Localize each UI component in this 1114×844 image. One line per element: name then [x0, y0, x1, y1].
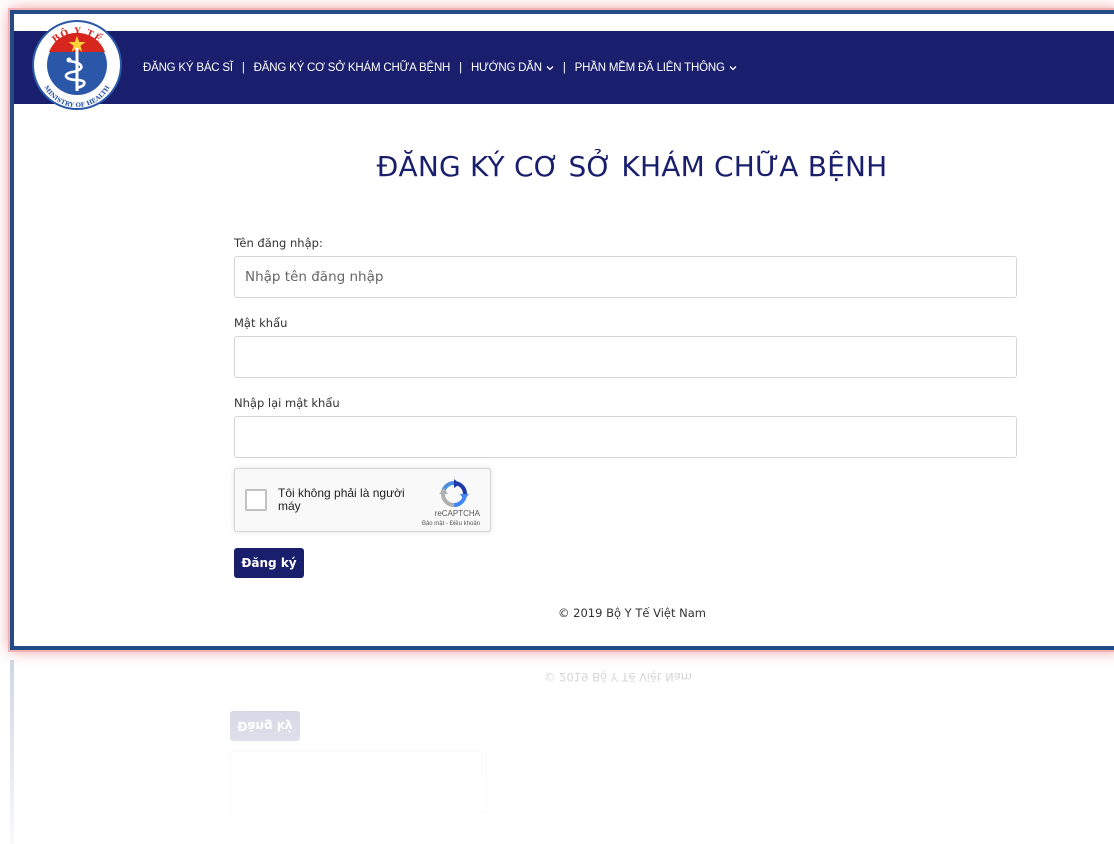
nav-separator: |	[241, 61, 245, 74]
username-input[interactable]	[234, 256, 1017, 298]
reflection-frame-edge	[10, 660, 14, 844]
recaptcha-logo-icon	[439, 479, 469, 507]
password-label: Mật khẩu	[234, 316, 288, 330]
page-title: ĐĂNG KÝ CƠ SỞ KHÁM CHỮA BỆNH	[376, 150, 888, 183]
browser-window: ĐĂNG KÝ BÁC SĨ | ĐĂNG KÝ CƠ SỞ KHÁM CHỮA…	[10, 10, 1114, 650]
chevron-down-icon	[546, 65, 554, 70]
chevron-down-icon	[729, 65, 737, 70]
footer-copyright: © 2019 Bộ Y Tế Việt Nam	[558, 606, 706, 620]
mirror-reflection: Đăng ký © 2019 Bộ Y Tế Việt Nam	[0, 660, 1114, 844]
nav-item-label: ĐĂNG KÝ CƠ SỞ KHÁM CHỮA BỆNH	[253, 61, 451, 74]
recaptcha-terms-link[interactable]: Bảo mật - Điều khoản	[422, 520, 480, 528]
ministry-emblem-icon: BỘ Y TẾ MINISTRY OF HEALTH	[32, 20, 122, 110]
nav-menu: ĐĂNG KÝ BÁC SĨ | ĐĂNG KÝ CƠ SỞ KHÁM CHỮA…	[143, 31, 737, 104]
nav-separator: |	[562, 61, 566, 74]
recaptcha-widget: Tôi không phải là người máy reCAPTCHA Bả…	[234, 468, 491, 532]
nav-item-guide[interactable]: HƯỚNG DẪN	[471, 62, 554, 74]
recaptcha-checkbox[interactable]	[245, 489, 267, 511]
screenshot-canvas: ĐĂNG KÝ BÁC SĨ | ĐĂNG KÝ CƠ SỞ KHÁM CHỮA…	[0, 0, 1114, 844]
username-label: Tên đăng nhập:	[234, 236, 323, 250]
nav-item-label: PHẦN MỀM ĐÃ LIÊN THÔNG	[574, 61, 725, 74]
reflection-register-button: Đăng ký	[230, 711, 300, 741]
register-button[interactable]: Đăng ký	[234, 548, 304, 578]
ministry-logo[interactable]: Bộ Y Tế - Ministry of Health BỘ Y TẾ MIN…	[30, 18, 124, 112]
top-navbar: ĐĂNG KÝ BÁC SĨ | ĐĂNG KÝ CƠ SỞ KHÁM CHỮA…	[14, 31, 1114, 104]
nav-item-register-facility[interactable]: ĐĂNG KÝ CƠ SỞ KHÁM CHỮA BỆNH	[253, 61, 451, 74]
recaptcha-brand: reCAPTCHA	[434, 509, 480, 518]
password-input[interactable]	[234, 336, 1017, 378]
nav-separator: |	[459, 61, 462, 74]
confirm-password-label: Nhập lại mật khẩu	[234, 396, 340, 410]
confirm-password-input[interactable]	[234, 416, 1017, 458]
nav-item-connected-software[interactable]: PHẦN MỀM ĐÃ LIÊN THÔNG	[575, 62, 737, 74]
nav-item-label: ĐĂNG KÝ BÁC SĨ	[143, 61, 233, 74]
nav-item-register-doctor[interactable]: ĐĂNG KÝ BÁC SĨ	[143, 62, 233, 74]
reflection-recaptcha	[230, 750, 487, 814]
recaptcha-label: Tôi không phải là người máy	[278, 486, 405, 513]
reflection-footer: © 2019 Bộ Y Tế Việt Nam	[544, 670, 692, 684]
nav-item-label: HƯỚNG DẪN	[470, 61, 542, 74]
